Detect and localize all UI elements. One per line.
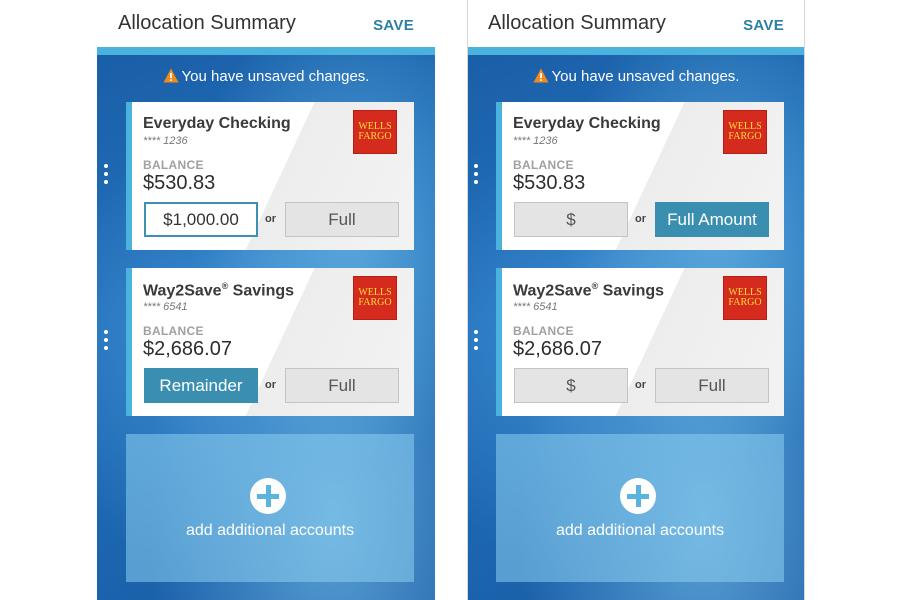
account-card-checking: Everyday Checking **** 1236 WELLS FARGO … [474,102,784,250]
full-button[interactable]: Full [655,368,769,403]
wells-fargo-logo: WELLS FARGO [353,110,397,154]
allocation-content: You have unsaved changes. Everyday Check… [467,55,805,600]
account-name-text: Way2Save [143,282,222,300]
wells-fargo-logo: WELLS FARGO [723,276,767,320]
logo-line2: FARGO [728,297,762,308]
page-title: Allocation Summary [488,12,666,34]
add-account-label: add additional accounts [185,522,355,539]
unsaved-warning-text: You have unsaved changes. [551,68,740,85]
drag-handle-icon[interactable] [474,330,478,350]
save-button[interactable]: SAVE [743,17,784,34]
warning-icon [533,68,549,83]
or-label: or [265,213,276,225]
account-number: **** 1236 [143,135,188,147]
drag-handle-icon[interactable] [104,330,108,350]
screen-left: Allocation Summary SAVE You have unsaved… [97,0,435,600]
plus-icon [620,478,656,514]
account-name: Everyday Checking [143,115,291,132]
add-account-button[interactable]: add additional accounts [496,434,784,582]
or-label: or [265,379,276,391]
balance-label: BALANCE [143,158,204,172]
drag-handle-icon[interactable] [104,164,108,184]
account-name-suffix: Savings [598,282,665,300]
account-name: Everyday Checking [513,115,661,132]
or-label: or [635,213,646,225]
remainder-button[interactable]: Remainder [144,368,258,403]
wells-fargo-logo: WELLS FARGO [353,276,397,320]
header-accent-bar [97,47,435,55]
account-card-checking: Everyday Checking **** 1236 WELLS FARGO … [104,102,414,250]
account-number: **** 6541 [513,301,558,313]
allocation-content: You have unsaved changes. Everyday Check… [97,55,435,600]
account-card-savings: Way2Save® Savings **** 6541 WELLS FARGO … [104,268,414,416]
add-account-label: add additional accounts [555,522,725,539]
header: Allocation Summary SAVE [97,0,435,47]
unsaved-warning: You have unsaved changes. [97,68,435,85]
full-amount-button[interactable]: Full Amount [655,202,769,237]
account-name-suffix: Savings [228,282,295,300]
account-name: Way2Save® Savings [143,281,294,300]
account-card-savings: Way2Save® Savings **** 6541 WELLS FARGO … [474,268,784,416]
page-title: Allocation Summary [118,12,296,34]
balance-value: $2,686.07 [513,338,602,360]
logo-line2: FARGO [358,297,392,308]
warning-icon [163,68,179,83]
account-name: Way2Save® Savings [513,281,664,300]
balance-label: BALANCE [513,324,574,338]
amount-input[interactable]: $1,000.00 [144,202,258,237]
full-button[interactable]: Full [285,202,399,237]
account-name-text: Way2Save [513,282,592,300]
full-button[interactable]: Full [285,368,399,403]
screen-right: Allocation Summary SAVE You have unsaved… [467,0,805,600]
balance-value: $530.83 [143,172,216,194]
unsaved-warning: You have unsaved changes. [467,68,805,85]
amount-input[interactable]: $ [514,202,628,237]
save-button[interactable]: SAVE [373,17,414,34]
balance-value: $2,686.07 [143,338,232,360]
logo-line2: FARGO [358,131,392,142]
balance-value: $530.83 [513,172,586,194]
header: Allocation Summary SAVE [467,0,805,47]
plus-icon [250,478,286,514]
account-number: **** 1236 [513,135,558,147]
balance-label: BALANCE [513,158,574,172]
unsaved-warning-text: You have unsaved changes. [181,68,370,85]
add-account-button[interactable]: add additional accounts [126,434,414,582]
drag-handle-icon[interactable] [474,164,478,184]
balance-label: BALANCE [143,324,204,338]
account-number: **** 6541 [143,301,188,313]
header-accent-bar [467,47,805,55]
logo-line2: FARGO [728,131,762,142]
or-label: or [635,379,646,391]
amount-input[interactable]: $ [514,368,628,403]
wells-fargo-logo: WELLS FARGO [723,110,767,154]
